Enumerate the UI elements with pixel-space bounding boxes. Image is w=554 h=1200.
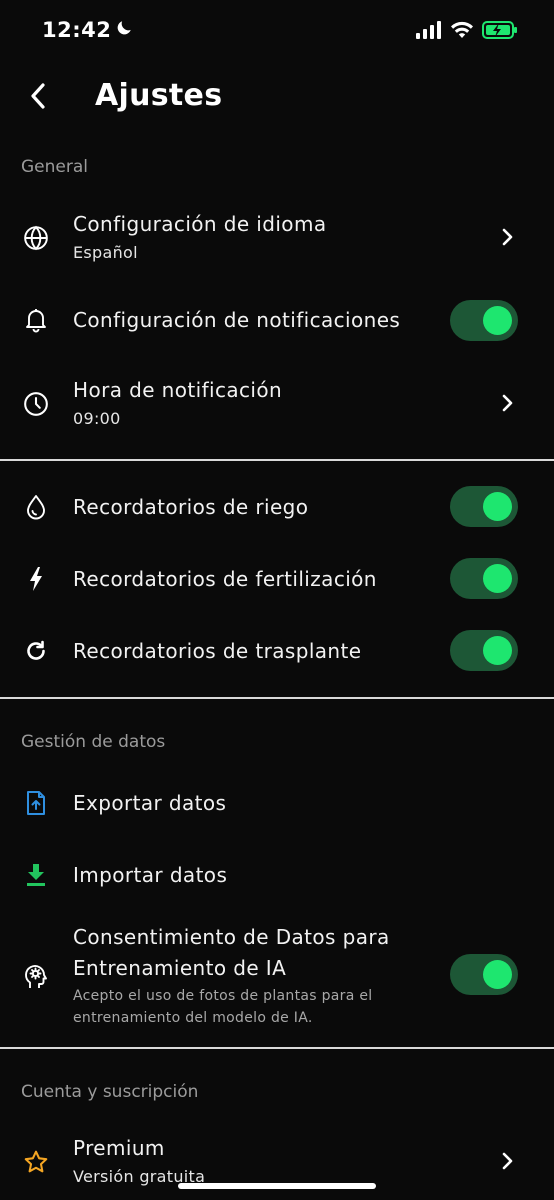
toggle-knob xyxy=(483,960,512,989)
notifications-toggle[interactable] xyxy=(450,300,518,341)
notification-time-label: Hora de notificación xyxy=(73,378,283,402)
language-label: Configuración de idioma xyxy=(73,212,327,236)
ai-consent-label-line2: Entrenamiento de IA xyxy=(73,956,287,980)
ai-consent-toggle[interactable] xyxy=(450,954,518,995)
clock-icon xyxy=(22,390,50,418)
fertilization-toggle[interactable] xyxy=(450,558,518,599)
transplant-toggle[interactable] xyxy=(450,630,518,671)
language-settings-row[interactable]: Configuración de idioma Español xyxy=(0,200,554,276)
notification-settings-row: Configuración de notificaciones xyxy=(0,292,554,350)
water-drop-icon xyxy=(22,493,50,521)
chevron-right-icon xyxy=(496,1150,518,1172)
divider xyxy=(0,697,554,699)
premium-label: Premium xyxy=(73,1136,165,1160)
status-time: 12:42 xyxy=(42,18,133,42)
import-label: Importar datos xyxy=(73,863,228,887)
globe-icon xyxy=(22,224,50,252)
ai-consent-label-line1: Consentimiento de Datos para xyxy=(73,925,390,949)
ai-consent-desc-line1: Acepto el uso de fotos de plantas para e… xyxy=(73,988,373,1004)
watering-label: Recordatorios de riego xyxy=(73,495,309,519)
divider xyxy=(0,459,554,461)
toggle-knob xyxy=(483,306,512,335)
refresh-icon xyxy=(22,637,50,665)
ai-head-icon xyxy=(22,962,50,990)
notification-time-value: 09:00 xyxy=(73,409,121,428)
divider xyxy=(0,1047,554,1049)
wifi-icon xyxy=(450,21,474,43)
home-indicator[interactable] xyxy=(178,1183,376,1189)
section-header-account: Cuenta y suscripción xyxy=(21,1082,199,1102)
chevron-left-icon xyxy=(29,82,47,114)
notification-time-row[interactable]: Hora de notificación 09:00 xyxy=(0,366,554,442)
section-header-general: General xyxy=(21,157,88,177)
star-icon xyxy=(22,1148,50,1176)
transplant-reminders-row: Recordatorios de trasplante xyxy=(0,622,554,680)
watering-toggle[interactable] xyxy=(450,486,518,527)
toggle-knob xyxy=(483,492,512,521)
toggle-knob xyxy=(483,564,512,593)
section-header-data: Gestión de datos xyxy=(21,732,166,752)
status-indicators xyxy=(416,20,518,44)
ai-consent-row: Consentimiento de Datos para Entrenamien… xyxy=(0,920,554,1036)
chevron-right-icon xyxy=(496,392,518,414)
language-value: Español xyxy=(73,243,138,262)
notifications-label: Configuración de notificaciones xyxy=(73,308,401,332)
watering-reminders-row: Recordatorios de riego xyxy=(0,478,554,536)
signal-icon xyxy=(416,21,442,43)
fertilization-reminders-row: Recordatorios de fertilización xyxy=(0,550,554,608)
battery-charging-icon xyxy=(482,20,518,44)
export-label: Exportar datos xyxy=(73,791,227,815)
file-upload-icon xyxy=(22,789,50,817)
transplant-label: Recordatorios de trasplante xyxy=(73,639,362,663)
back-button[interactable] xyxy=(22,80,54,116)
ai-consent-desc-line2: entrenamiento del modelo de IA. xyxy=(73,1010,313,1026)
page-title: Ajustes xyxy=(95,78,223,113)
download-icon xyxy=(22,861,50,889)
fertilization-label: Recordatorios de fertilización xyxy=(73,567,377,591)
toggle-knob xyxy=(483,636,512,665)
moon-icon xyxy=(115,18,133,42)
chevron-right-icon xyxy=(496,226,518,248)
lightning-icon xyxy=(22,565,50,593)
import-data-row[interactable]: Importar datos xyxy=(0,846,554,904)
bell-icon xyxy=(22,306,50,334)
export-data-row[interactable]: Exportar datos xyxy=(0,774,554,832)
